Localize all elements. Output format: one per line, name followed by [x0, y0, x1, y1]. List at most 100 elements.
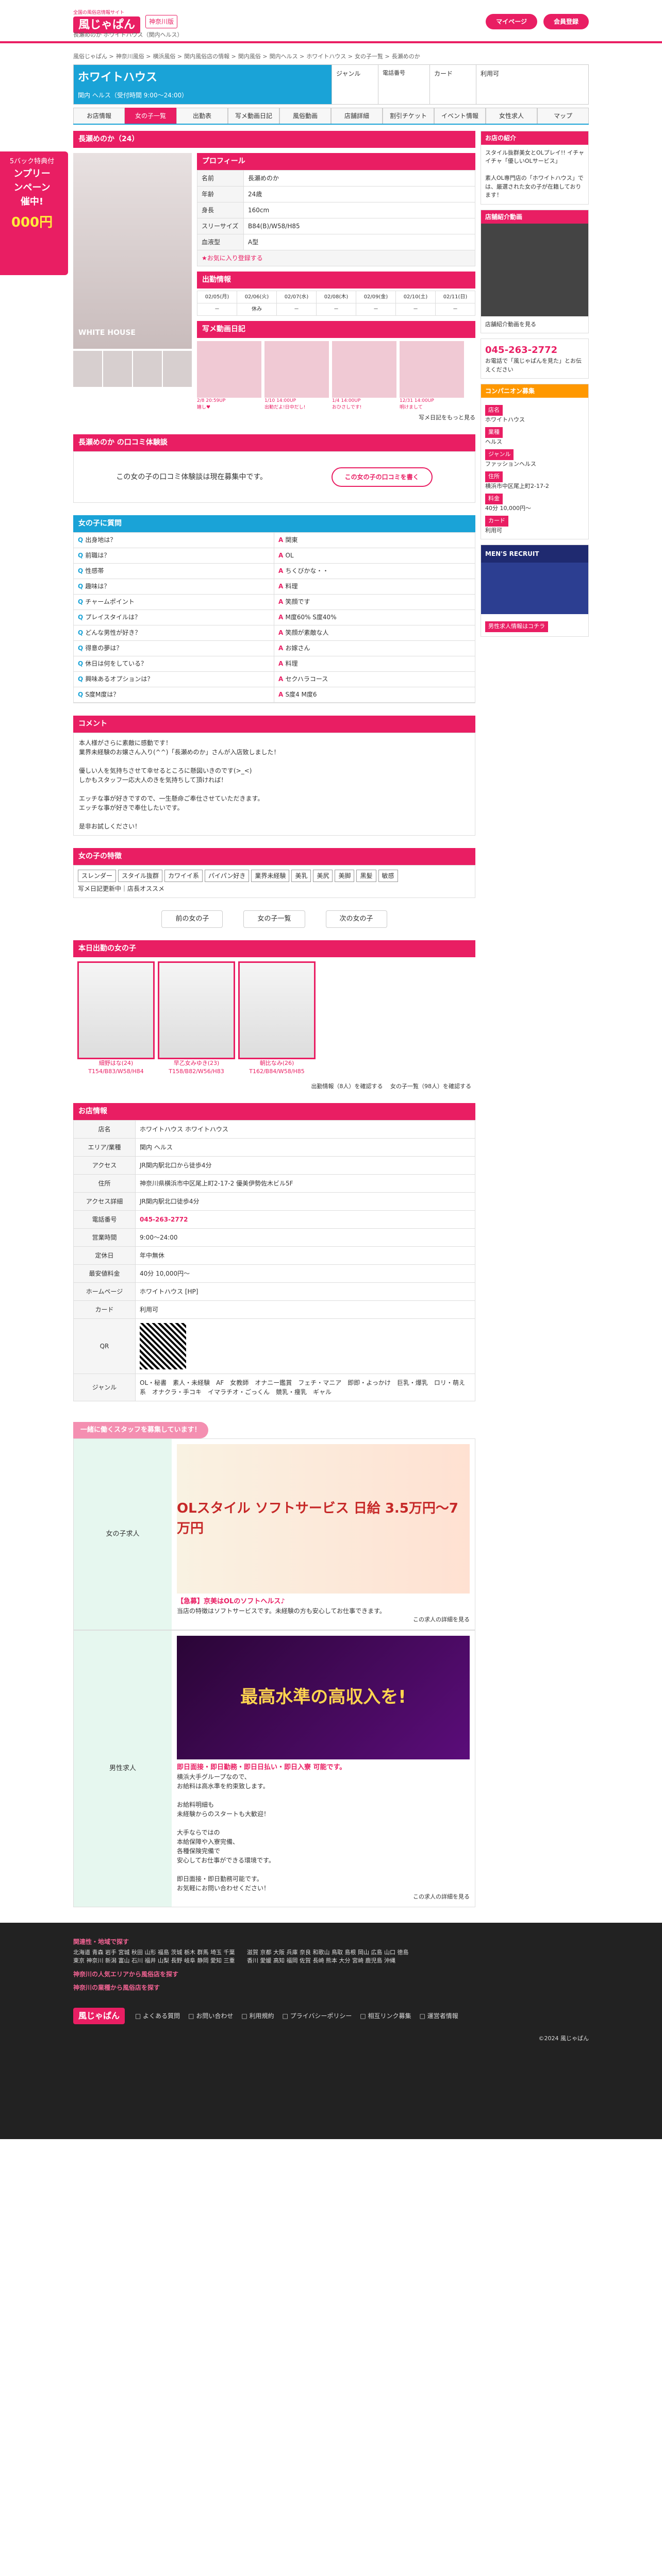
footer-link[interactable]: 三重: [224, 1957, 235, 1964]
feature-tag[interactable]: 美脚: [335, 870, 355, 882]
diary-card[interactable]: 12/31 14:00UP 明けまして: [400, 341, 464, 412]
breadcrumb-item[interactable]: 関内風俗 >: [238, 53, 268, 60]
footer-link[interactable]: 新潟: [105, 1957, 119, 1964]
feature-tag[interactable]: スタイル抜群: [118, 870, 163, 882]
footer-link[interactable]: 徳島: [398, 1949, 409, 1956]
footer-link[interactable]: 福井: [145, 1957, 158, 1964]
footer-link[interactable]: 富山: [119, 1957, 132, 1964]
footer-bottom-link[interactable]: □ 運営者情報: [420, 2011, 458, 2021]
mens-recruit-button[interactable]: 男性求人情報はコチラ: [485, 621, 548, 632]
breadcrumb-item[interactable]: 横浜風俗 >: [153, 53, 182, 60]
mens-recruit-banner[interactable]: [481, 563, 588, 614]
shop-video[interactable]: [481, 223, 588, 316]
footer-link[interactable]: 熊本: [326, 1957, 339, 1964]
fav-link[interactable]: ★お気に入り登録する: [197, 249, 475, 266]
diary-title[interactable]: おひさしです!: [332, 404, 396, 412]
footer-link[interactable]: 宮崎: [352, 1957, 366, 1964]
feature-tag[interactable]: 黒髪: [356, 870, 376, 882]
female-recruit-more[interactable]: この求人の詳細を見る: [413, 1616, 470, 1623]
footer-link[interactable]: 兵庫: [287, 1949, 300, 1956]
tab-2[interactable]: 出勤表: [176, 107, 228, 124]
footer-link[interactable]: 長崎: [313, 1957, 326, 1964]
footer-link[interactable]: 愛知: [210, 1957, 224, 1964]
today-girl-photo[interactable]: [77, 961, 155, 1059]
shop-video-link[interactable]: 店舗紹介動画を見る: [485, 321, 536, 328]
tab-4[interactable]: 風俗動画: [279, 107, 331, 124]
male-recruit-more[interactable]: この求人の詳細を見る: [413, 1893, 470, 1900]
footer-link[interactable]: 福岡: [287, 1957, 300, 1964]
photo-thumb[interactable]: [133, 350, 162, 387]
tab-9[interactable]: マップ: [537, 107, 589, 124]
concierge-head[interactable]: コンパニオン募集: [481, 384, 588, 398]
tab-3[interactable]: 写メ動画日記: [228, 107, 279, 124]
footer-bottom-link[interactable]: □ 利用規約: [241, 2011, 274, 2021]
feature-tag[interactable]: パイパン好き: [205, 870, 250, 882]
today-girl-card[interactable]: 細野はな(24) T154/B83/W58/H84: [77, 961, 155, 1076]
footer-link[interactable]: 鳥取: [332, 1949, 345, 1956]
footer-link[interactable]: 秋田: [131, 1949, 145, 1956]
footer-link[interactable]: 千葉: [224, 1949, 235, 1956]
site-logo[interactable]: 全国の風俗店情報サイト 風じゃぱん: [73, 10, 141, 34]
today-girl-card[interactable]: 早乙女みゆき(23) T158/B82/W56/H83: [158, 961, 235, 1076]
footer-link[interactable]: 香川: [247, 1957, 260, 1964]
shop-name[interactable]: ホワイトハウス: [78, 69, 327, 86]
tab-6[interactable]: 割引チケット: [383, 107, 434, 124]
footer-link[interactable]: 奈良: [300, 1949, 313, 1956]
breadcrumb-item[interactable]: ホワイトハウス >: [306, 53, 353, 60]
footer-link[interactable]: 島根: [345, 1949, 358, 1956]
male-recruit-banner[interactable]: 最高水準の高収入を!: [177, 1635, 470, 1759]
today-girl-card[interactable]: 朝比なみ(26) T162/B84/W58/H85: [238, 961, 316, 1076]
diary-title[interactable]: 明けまして: [400, 404, 464, 412]
footer-bottom-link[interactable]: □ 相互リンク募集: [360, 2011, 411, 2021]
footer-link[interactable]: 長野: [171, 1957, 185, 1964]
today-girl-name[interactable]: 朝比なみ(26): [238, 1059, 316, 1068]
footer-link[interactable]: 埼玉: [210, 1949, 224, 1956]
male-recruit-title[interactable]: 即日面接・即日勤務・即日日払い・即日入寮 可能です。: [177, 1762, 470, 1773]
features-links[interactable]: 写メ日記更新中｜店長オススメ: [78, 884, 471, 893]
tab-5[interactable]: 店舗詳細: [331, 107, 383, 124]
footer-link[interactable]: 山口: [384, 1949, 398, 1956]
footer-bottom-link[interactable]: □ よくある質問: [135, 2011, 180, 2021]
footer-link[interactable]: 福島: [158, 1949, 171, 1956]
diary-card[interactable]: 1/10 14:00UP 出勤だよ!日中だし!: [264, 341, 329, 412]
breadcrumb-item[interactable]: 長瀬めのか: [392, 53, 420, 60]
footer-bottom-link[interactable]: □ お問い合わせ: [188, 2011, 233, 2021]
today-girl-photo[interactable]: [238, 961, 316, 1059]
breadcrumb-item[interactable]: 風俗じゃぱん >: [73, 53, 114, 60]
footer-link[interactable]: 滋賀: [247, 1949, 260, 1956]
girl-list-button[interactable]: 女の子一覧: [243, 910, 305, 928]
footer-logo[interactable]: 風じゃぱん: [73, 2007, 125, 2024]
mypage-button[interactable]: マイページ: [486, 14, 537, 29]
breadcrumb-item[interactable]: 関内ヘルス >: [270, 53, 305, 60]
campaign-banner[interactable]: 5バック特典付 ンプリー ンペーン 催中! 000円: [0, 151, 68, 275]
footer-link[interactable]: 沖縄: [384, 1957, 395, 1964]
register-button[interactable]: 会員登録: [543, 14, 589, 29]
footer-link[interactable]: 愛媛: [260, 1957, 274, 1964]
area-badge[interactable]: 神奈川版: [145, 15, 178, 28]
footer-link[interactable]: 栃木: [184, 1949, 197, 1956]
footer-link[interactable]: 青森: [92, 1949, 106, 1956]
feature-tag[interactable]: スレンダー: [78, 870, 117, 882]
tab-7[interactable]: イベント情報: [434, 107, 486, 124]
write-review-button[interactable]: この女の子の口コミを書く: [331, 467, 433, 487]
tab-0[interactable]: お店情報: [73, 107, 125, 124]
footer-link[interactable]: 山形: [145, 1949, 158, 1956]
footer-link[interactable]: 北海道: [73, 1949, 92, 1956]
diary-image[interactable]: [264, 341, 329, 398]
girl-list-more-link[interactable]: 女の子一覧（98人）を確認する: [390, 1083, 471, 1090]
diary-card[interactable]: 2/8 20:59UP 嬉し♥: [197, 341, 261, 412]
footer-link[interactable]: 東京: [73, 1957, 87, 1964]
feature-tag[interactable]: 美乳: [291, 870, 311, 882]
footer-link[interactable]: 広島: [371, 1949, 385, 1956]
footer-link[interactable]: 群馬: [197, 1949, 211, 1956]
footer-link[interactable]: 静岡: [197, 1957, 211, 1964]
diary-image[interactable]: [400, 341, 464, 398]
photo-thumb[interactable]: [103, 350, 132, 387]
tab-8[interactable]: 女性求人: [486, 107, 537, 124]
diary-title[interactable]: 嬉し♥: [197, 404, 261, 412]
footer-link[interactable]: 岩手: [105, 1949, 119, 1956]
today-girl-name[interactable]: 早乙女みゆき(23): [158, 1059, 235, 1068]
feature-tag[interactable]: 美尻: [313, 870, 333, 882]
feature-tag[interactable]: カワイイ系: [164, 870, 203, 882]
footer-link[interactable]: 佐賀: [300, 1957, 313, 1964]
